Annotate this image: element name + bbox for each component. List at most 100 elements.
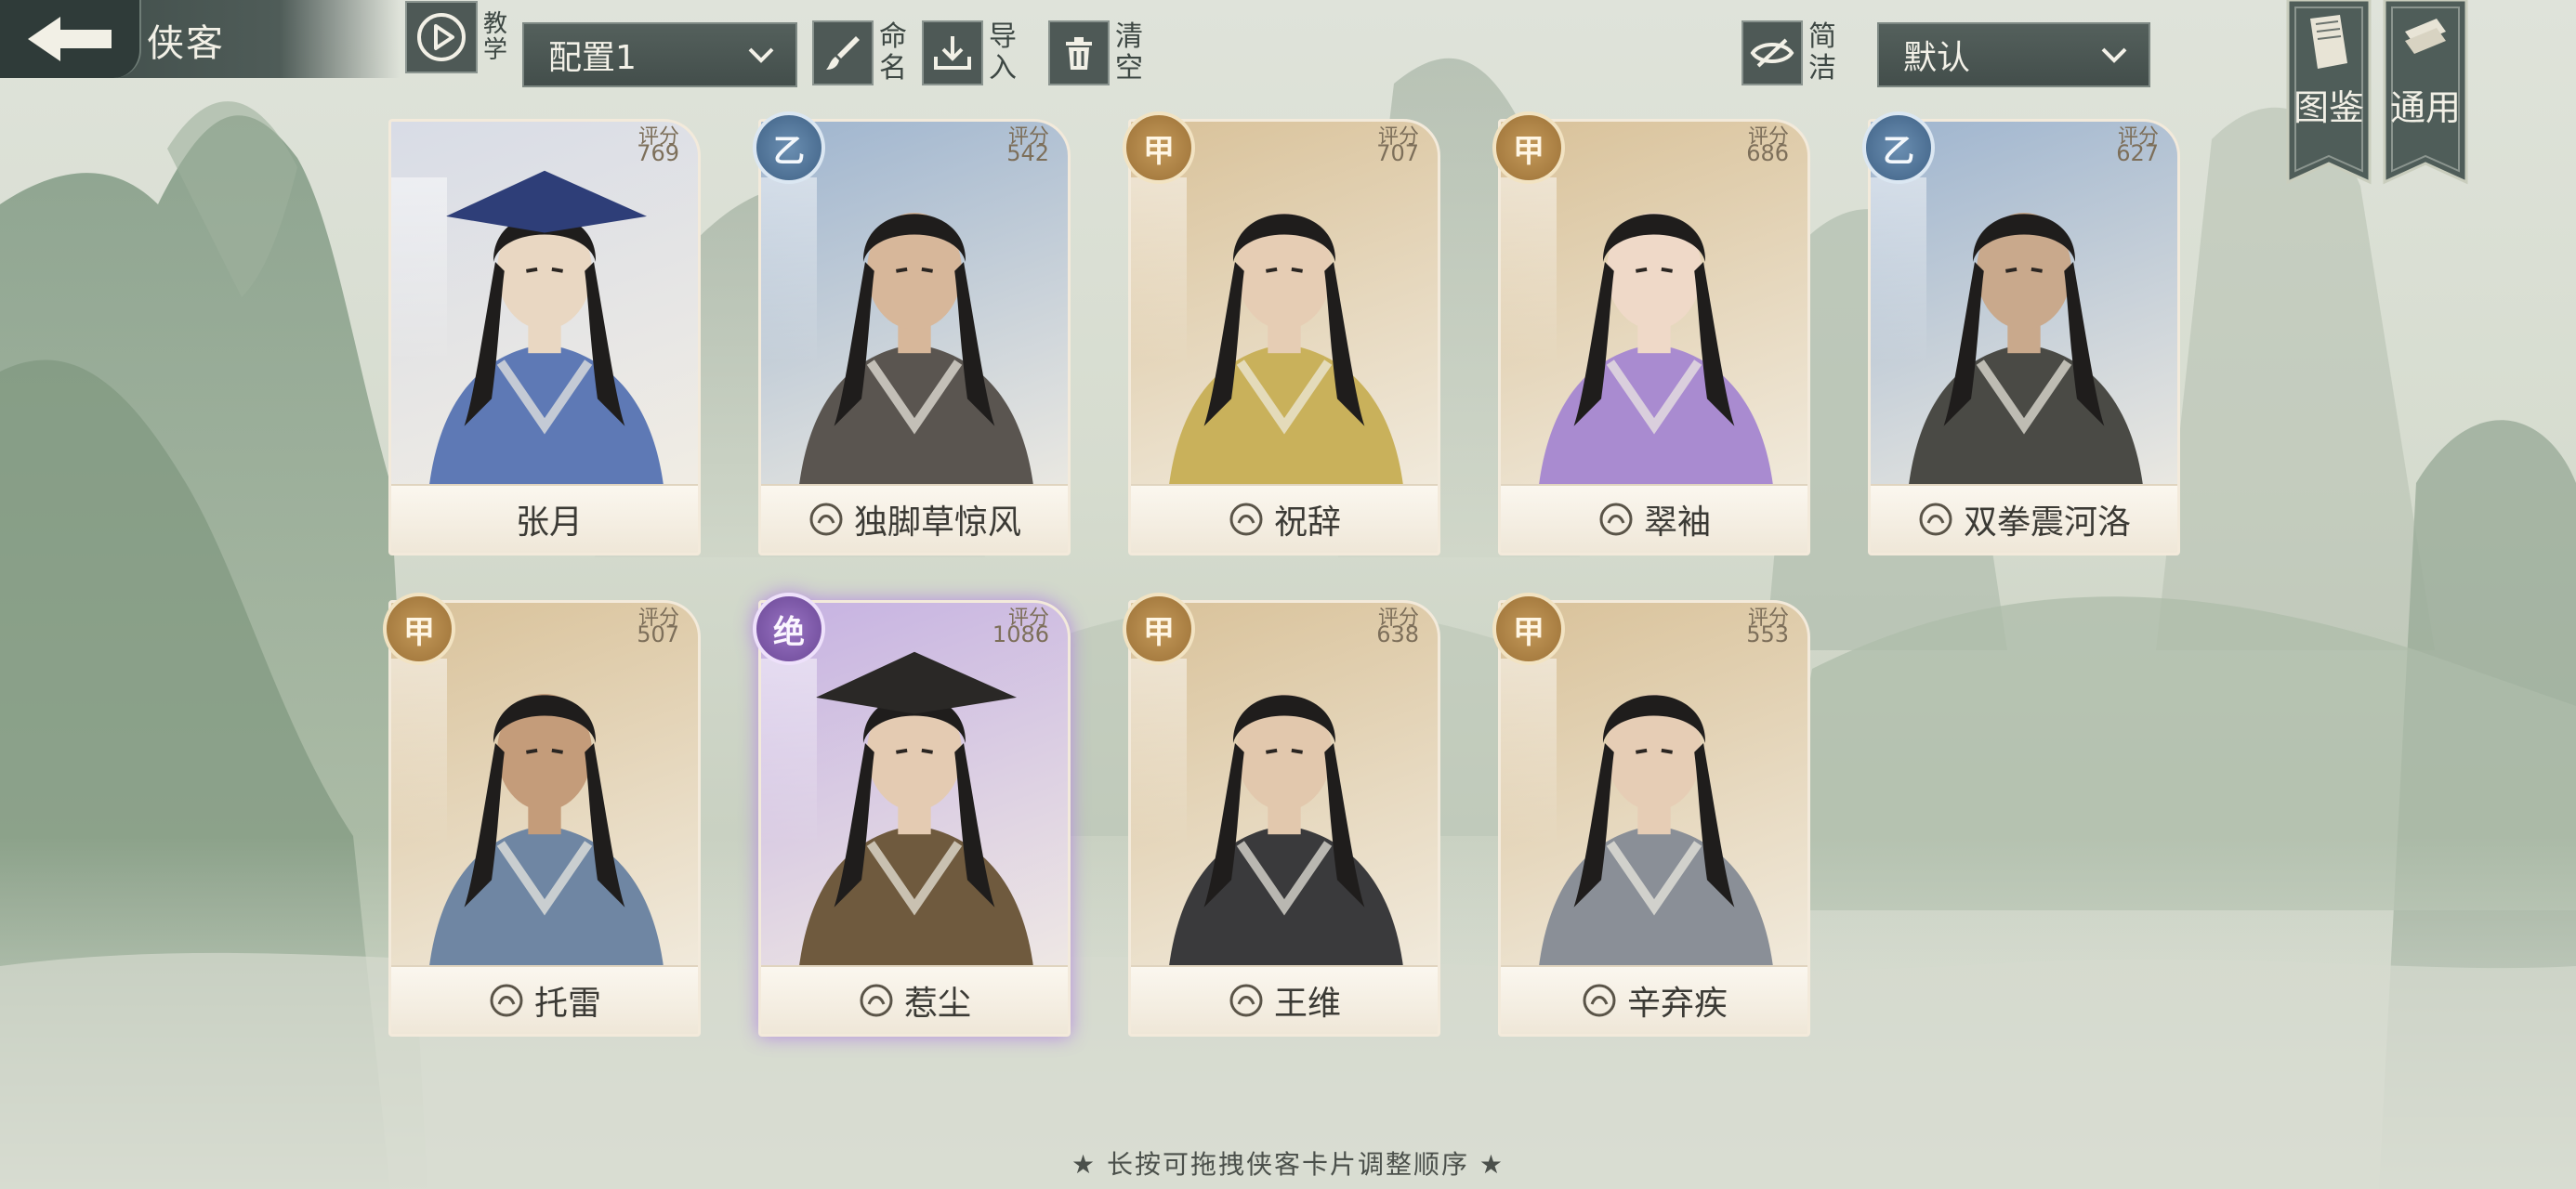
sect-emblem-icon <box>1919 503 1952 536</box>
import-button[interactable]: 导入 <box>922 20 1019 85</box>
sect-emblem-icon <box>809 503 843 536</box>
character-name: 王维 <box>1273 985 1341 1023</box>
ribbon-decoration <box>391 659 447 844</box>
character-name: 祝辞 <box>1273 503 1341 542</box>
sect-emblem-icon <box>1229 984 1263 1017</box>
card-nameplate: 王维 <box>1131 965 1438 1034</box>
card-frame: 评分 1086 惹尘 <box>758 600 1071 1037</box>
ribbon-decoration <box>761 659 817 844</box>
back-arrow-icon <box>28 17 112 61</box>
grade-badge: 绝 <box>753 593 825 665</box>
grade-badge: 甲 <box>1123 111 1195 184</box>
card-frame: 评分 638 王维 <box>1128 600 1440 1037</box>
card-frame: 评分 627 双拳震河洛 <box>1868 119 2180 555</box>
grade-badge: 乙 <box>753 111 825 184</box>
character-card[interactable]: 评分 1086 惹尘绝 <box>753 593 1071 1037</box>
config-select-value: 配置1 <box>548 39 637 77</box>
grade-badge: 甲 <box>383 593 455 665</box>
score-value: 769 <box>637 140 679 166</box>
simple-view-toggle[interactable]: 简洁 <box>1741 20 1838 85</box>
general-banner[interactable]: 通用 <box>2383 0 2468 186</box>
character-card[interactable]: 评分 707 祝辞甲 <box>1123 111 1440 555</box>
grade-badge: 甲 <box>1123 593 1195 665</box>
score-value: 542 <box>1006 140 1049 166</box>
clear-button[interactable]: 清空 <box>1048 20 1145 85</box>
card-frame: 评分 542 独脚草惊风 <box>758 119 1071 555</box>
character-card[interactable]: 评分 542 独脚草惊风乙 <box>753 111 1071 555</box>
ribbon-decoration <box>1501 177 1557 363</box>
character-name: 辛弃疾 <box>1626 985 1728 1023</box>
rename-label: 命名 <box>879 20 907 85</box>
card-nameplate: 托雷 <box>391 965 698 1034</box>
character-card[interactable]: 评分 553 辛弃疾甲 <box>1492 593 1810 1037</box>
download-icon <box>922 20 983 85</box>
score-value: 553 <box>1746 621 1789 647</box>
character-card[interactable]: 评分 507 托雷甲 <box>383 593 701 1037</box>
character-card[interactable]: 评分 769 张月 <box>388 119 701 555</box>
book-icon <box>2310 15 2347 69</box>
general-label: 通用 <box>2383 89 2468 126</box>
character-name: 双拳震河洛 <box>1963 503 2131 542</box>
rename-button[interactable]: 命名 <box>812 20 909 85</box>
card-frame: 评分 769 张月 <box>388 119 701 555</box>
character-card[interactable]: 评分 627 双拳震河洛乙 <box>1862 111 2180 555</box>
chevron-down-icon <box>748 47 774 63</box>
sect-emblem-icon <box>1229 503 1263 536</box>
card-nameplate: 张月 <box>391 484 698 553</box>
score-value: 707 <box>1376 140 1419 166</box>
grade-badge: 乙 <box>1862 111 1935 184</box>
card-frame: 评分 686 翠袖 <box>1498 119 1810 555</box>
eye-hidden-icon <box>1741 20 1803 85</box>
drag-hint: ★ 长按可拖拽侠客卡片调整顺序 ★ <box>1071 1149 1505 1180</box>
import-label: 导入 <box>989 20 1017 85</box>
score-value: 507 <box>637 621 679 647</box>
card-nameplate: 独脚草惊风 <box>761 484 1068 553</box>
character-card[interactable]: 评分 638 王维甲 <box>1123 593 1440 1037</box>
sort-select[interactable]: 默认 <box>1877 22 2150 87</box>
score-value: 627 <box>2116 140 2159 166</box>
tutorial-label: 教学 <box>482 10 507 64</box>
atlas-label-text: 图鉴 <box>2293 87 2364 128</box>
sect-emblem-icon <box>1599 503 1633 536</box>
clear-label: 清空 <box>1115 20 1143 85</box>
grade-badge: 甲 <box>1492 111 1565 184</box>
character-name: 独脚草惊风 <box>853 503 1021 542</box>
sect-emblem-icon <box>860 984 893 1017</box>
card-frame: 评分 507 托雷 <box>388 600 701 1037</box>
brush-icon <box>812 20 874 85</box>
play-icon <box>405 1 478 73</box>
back-button[interactable] <box>0 0 141 78</box>
trash-icon <box>1048 20 1110 85</box>
atlas-banner[interactable]: 图鉴 <box>2286 0 2372 186</box>
card-nameplate: 辛弃疾 <box>1501 965 1807 1034</box>
simple-label: 简洁 <box>1808 20 1836 85</box>
card-frame: 评分 553 辛弃疾 <box>1498 600 1810 1037</box>
ribbon-decoration <box>761 177 817 363</box>
ribbon-decoration <box>391 177 447 363</box>
ribbon-decoration <box>1131 177 1187 363</box>
scroll-book-icon <box>2405 19 2446 54</box>
character-name: 张月 <box>515 503 583 542</box>
page-title: 侠客 <box>147 22 225 65</box>
sort-select-value: 默认 <box>1903 39 1971 77</box>
chevron-down-icon <box>2101 47 2127 63</box>
character-name: 托雷 <box>533 985 601 1023</box>
character-name: 翠袖 <box>1643 503 1711 542</box>
card-nameplate: 祝辞 <box>1131 484 1438 553</box>
ribbon-decoration <box>1501 659 1557 844</box>
grade-badge: 甲 <box>1492 593 1565 665</box>
score-value: 638 <box>1376 621 1419 647</box>
sect-emblem-icon <box>490 984 523 1017</box>
tutorial-button[interactable]: 教学 <box>405 0 509 74</box>
card-nameplate: 翠袖 <box>1501 484 1807 553</box>
character-card[interactable]: 评分 686 翠袖甲 <box>1492 111 1810 555</box>
config-select[interactable]: 配置1 <box>522 22 797 87</box>
sect-emblem-icon <box>1583 984 1616 1017</box>
ribbon-decoration <box>1131 659 1187 844</box>
atlas-label: 图鉴 <box>2286 89 2372 126</box>
character-name: 惹尘 <box>903 985 971 1023</box>
score-value: 686 <box>1746 140 1789 166</box>
ribbon-decoration <box>1871 177 1926 363</box>
score-value: 1086 <box>992 621 1049 647</box>
card-frame: 评分 707 祝辞 <box>1128 119 1440 555</box>
